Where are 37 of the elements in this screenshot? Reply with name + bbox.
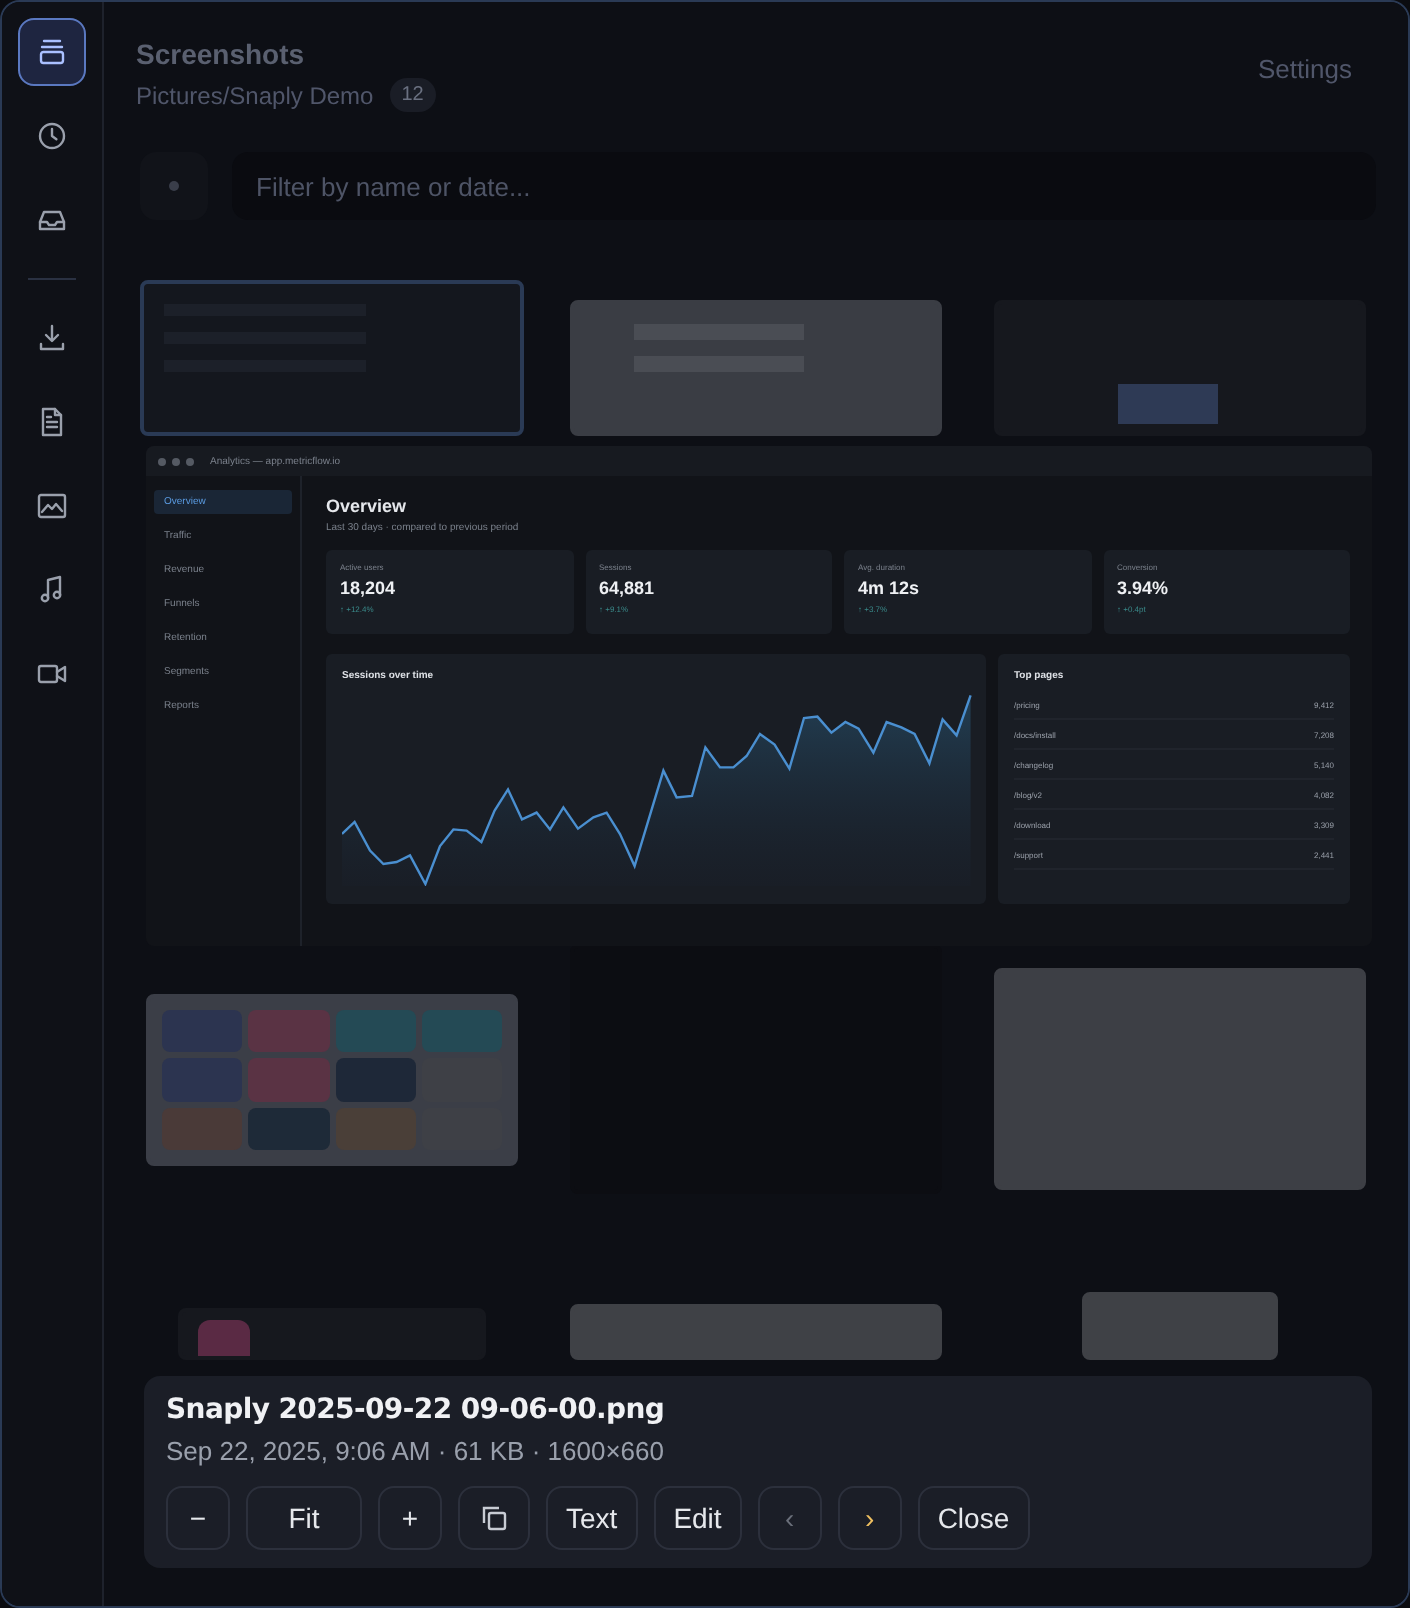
- page-title: Screenshots: [136, 38, 307, 70]
- toolbar-button[interactable]: Edit: [653, 1486, 742, 1550]
- thumbnail[interactable]: [570, 300, 942, 436]
- clock-icon: [36, 120, 68, 152]
- document-icon: [36, 406, 68, 438]
- folder-path: Pictures/Snaply Demo: [136, 81, 374, 109]
- rail-button[interactable]: [18, 18, 86, 86]
- thumbnail[interactable]: [994, 300, 1366, 436]
- stat-value: 4m 12s: [858, 578, 922, 598]
- stack-icon: [36, 36, 68, 68]
- image-icon: [36, 490, 68, 522]
- copy-button[interactable]: [458, 1486, 530, 1550]
- file-name: Snaply 2025-09-22 09-06-00.png: [166, 1394, 667, 1426]
- count-badge: 12: [389, 78, 436, 112]
- copy-icon: [480, 1504, 508, 1532]
- toolbar-button[interactable]: −: [166, 1486, 230, 1550]
- toolbar-button[interactable]: Text: [546, 1486, 638, 1550]
- window-controls-icon: [158, 457, 194, 465]
- file-details: Sep 22, 2025, 9:06 AM · 61 KB · 1600×660: [166, 1436, 666, 1466]
- dot-icon: [168, 180, 180, 192]
- thumbnail[interactable]: [178, 1308, 486, 1360]
- thumbnail[interactable]: [146, 994, 518, 1166]
- filter-button[interactable]: [140, 152, 208, 220]
- toolbar-button[interactable]: ›: [837, 1486, 902, 1550]
- stat-value: 18,204: [340, 578, 398, 598]
- stat-value: 64,881: [599, 578, 657, 598]
- toolbar-button[interactable]: +: [378, 1486, 442, 1550]
- toolbar-button[interactable]: Close: [917, 1486, 1030, 1550]
- section-heading: Overview: [326, 496, 409, 516]
- thumbnail[interactable]: [570, 1304, 942, 1360]
- stat-value: 3.94%: [1117, 578, 1171, 598]
- search-field[interactable]: Filter by name or date...: [232, 152, 1376, 220]
- thumbnail[interactable]: [994, 968, 1366, 1190]
- thumbnail[interactable]: [1082, 1292, 1278, 1360]
- download-icon: [36, 322, 68, 354]
- toolbar-button[interactable]: Fit: [246, 1486, 362, 1550]
- thumbnail[interactable]: [140, 280, 524, 436]
